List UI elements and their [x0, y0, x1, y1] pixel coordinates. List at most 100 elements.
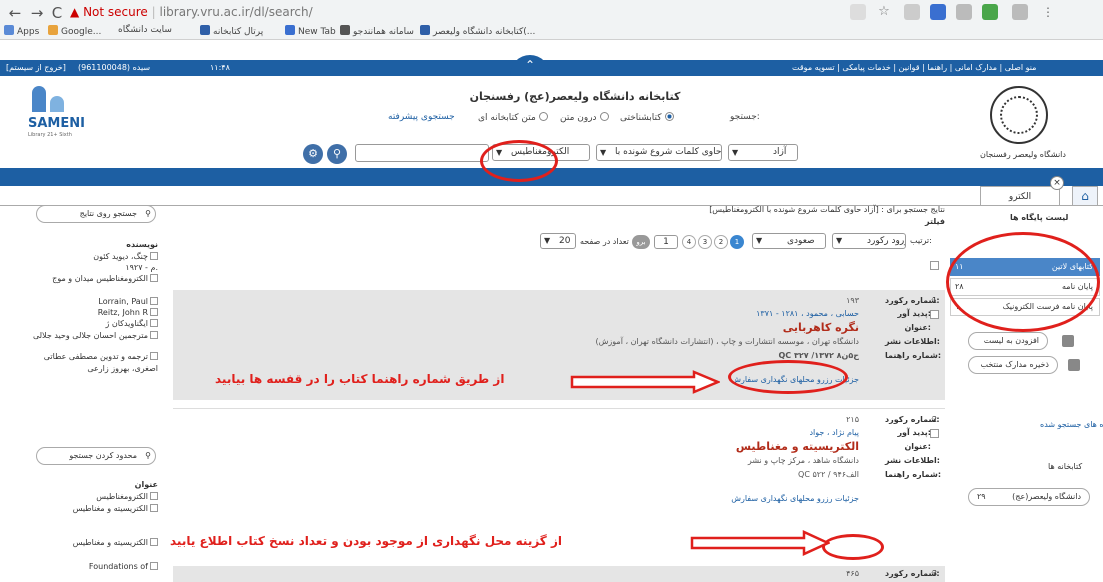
bookmark[interactable]: Google... — [48, 25, 101, 37]
advanced-search-link[interactable]: جستجوی پیشرفته — [388, 112, 455, 122]
call-number: QC ۵۲۲ / ۹الف۴۶ — [798, 470, 859, 479]
page-2-button[interactable]: 2 — [714, 235, 728, 249]
sort-field-select[interactable]: ▼ ورود رکورد — [832, 233, 906, 249]
facet-item[interactable]: Lorrain, Paul — [98, 297, 158, 306]
address-bar[interactable]: ▲ Not secure | library.vru.ac.ir/dl/sear… — [70, 5, 850, 22]
subject-facet-title: عنوان — [134, 480, 158, 489]
libraries-label: کتابخانه ها — [1048, 462, 1083, 471]
bookmark[interactable]: کتابخانه دانشگاه ولیعصر(... — [420, 25, 535, 37]
publication-info: دانشگاه شاهد ، مرکز چاپ و نشر — [747, 456, 859, 465]
result-checkbox[interactable] — [930, 429, 939, 438]
author-facet-title: نویسنده — [126, 240, 158, 249]
site-icon — [285, 25, 295, 35]
add-to-list-button[interactable]: افزودن به لیست — [968, 332, 1048, 350]
facet-item[interactable]: الکتریسیته و مغناطیس — [73, 538, 158, 547]
university-name: دانشگاه ولیعصر رفسنجان — [980, 150, 1066, 159]
author-link[interactable]: پیام نژاد ، جواد — [809, 428, 859, 437]
facet-item[interactable]: ایگناویدکان ژ — [105, 319, 158, 328]
facet-item[interactable]: مترجمین احسان جلالی وحید جلالی — [33, 331, 158, 340]
per-page-select[interactable]: ▼ 20 — [540, 233, 576, 249]
url-text: library.vru.ac.ir/dl/search/ — [159, 5, 313, 19]
back-icon[interactable]: ← — [6, 4, 24, 22]
search-icon[interactable]: ⚲ — [327, 144, 347, 164]
results-summary: نتایج جستجو برای : [آزاد حاوی کلمات شروع… — [709, 205, 945, 214]
condition-select[interactable]: ▼ حاوی کلمات شروع شونده با — [596, 144, 722, 161]
facet-item[interactable]: الکتریسیته و مغناطیس — [73, 504, 158, 513]
result-title[interactable]: الکتریسیته و مغناطیس — [736, 440, 859, 453]
bookmark[interactable]: New Tab — [285, 25, 336, 37]
settings-icon[interactable]: ⚙ — [303, 144, 323, 164]
highlight-databases — [946, 232, 1100, 332]
radio-icon — [664, 112, 674, 121]
bookmark[interactable]: سایت دانشگاه — [118, 25, 172, 35]
arrow-icon — [570, 370, 720, 394]
extension-icon[interactable] — [904, 4, 920, 20]
page-3-button[interactable]: 3 — [698, 235, 712, 249]
facet-item: ۱۹۲۷ - م. — [125, 263, 158, 272]
top-menu-links[interactable]: منو اصلی | مدارک امانی | راهنما | قوانین… — [792, 63, 1036, 72]
save-selected-select[interactable]: ذخیره مدارک منتخب — [968, 356, 1058, 374]
author-link[interactable]: حسابی ، محمود ، ۱۲۸۱ - ۱۳۷۱ — [756, 309, 859, 318]
logout-link[interactable]: [خروج از سیستم] — [6, 63, 66, 72]
filter-icon: ⚲ — [145, 451, 151, 460]
page-1-button[interactable]: 1 — [730, 235, 744, 249]
facet-item[interactable]: الکترومغناطیس میدان و موج — [52, 274, 158, 283]
highlight-call-number — [728, 360, 848, 394]
facet-item[interactable]: Reitz, John R — [98, 308, 158, 317]
extension-icon[interactable] — [982, 4, 998, 20]
result-title[interactable]: نگره کاهربایی — [783, 321, 859, 334]
site-top-bar: [خروج از سیستم] (961100048) سیده ۱۱:۴۸ م… — [0, 60, 1103, 76]
field-select[interactable]: ▼ آزاد — [728, 144, 798, 161]
clock-label: ۱۱:۴۸ — [210, 63, 230, 72]
highlight-holdings — [822, 534, 884, 560]
site-title: کتابخانه دانشگاه ولیعصر(عج) رفسنجان — [469, 90, 681, 103]
search-input[interactable] — [355, 144, 489, 162]
result-item: 3 شماره رکورد: ۴۶۵ — [173, 566, 945, 582]
radio-icon — [599, 112, 609, 121]
limit-search-button[interactable]: محدود کردن جستجو ⚲ — [36, 447, 156, 465]
per-page-label: تعداد در صفحه — [580, 237, 629, 246]
profile-icon[interactable] — [1012, 4, 1028, 20]
sort-dir-select[interactable]: ▼ صعودی — [752, 233, 826, 249]
browser-chrome: ← → C ▲ Not secure | library.vru.ac.ir/d… — [0, 0, 1103, 40]
close-icon[interactable]: × — [1050, 176, 1064, 190]
facet-item[interactable]: Foundations of — [89, 562, 158, 571]
library-filter[interactable]: ۲۹ دانشگاه ولیعصر(عج) — [968, 488, 1090, 506]
sort-label: ترتیب: — [910, 236, 932, 245]
menu-icon[interactable]: ⋮ — [1040, 4, 1056, 20]
bookmark[interactable]: پرتال کتابخانه — [200, 25, 263, 37]
record-number: ۱۹۳ — [846, 296, 859, 305]
radio-icon — [538, 112, 548, 121]
forward-icon[interactable]: → — [28, 4, 46, 22]
bookmark[interactable]: Apps — [4, 25, 39, 37]
security-label: Not secure — [83, 5, 148, 19]
result-checkbox[interactable] — [930, 310, 939, 319]
star-icon[interactable]: ☆ — [876, 4, 892, 20]
radio-library[interactable]: کتابشناختی — [620, 112, 674, 123]
tab-search[interactable]: الکترو — [980, 186, 1060, 206]
facet-item[interactable]: الکترومغناطیس — [96, 492, 158, 501]
search-in-results-button[interactable]: جستجو روی نتایج ⚲ — [36, 205, 156, 223]
tab-strip: الکترو × ⌂ — [0, 176, 1103, 206]
site-icon — [200, 25, 210, 35]
extension-icon[interactable] — [850, 4, 866, 20]
select-all-checkbox[interactable] — [930, 261, 939, 270]
holdings-annotation: از گزینه محل نگهداری از موجود بودن و تعد… — [170, 534, 562, 548]
page-4-button[interactable]: 4 — [682, 235, 696, 249]
result-actions[interactable]: جزئیات رزرو محلهای نگهداری سفارش — [731, 494, 859, 503]
go-button[interactable]: برو — [632, 235, 650, 249]
bookmark[interactable]: سامانه همانندجو — [340, 25, 414, 37]
reload-icon[interactable]: C — [48, 4, 66, 22]
page-input[interactable]: 1 — [654, 235, 678, 249]
list-icon — [1062, 335, 1074, 347]
databases-title: لیست پایگاه ها — [1010, 213, 1069, 222]
radio-library-text[interactable]: متن کتابخانه ای — [478, 112, 548, 123]
extension-icon[interactable] — [930, 4, 946, 20]
facet-item[interactable]: ترجمه و تدوین مصطفی عطاتی — [44, 352, 158, 361]
extension-icon[interactable] — [956, 4, 972, 20]
radio-fulltext[interactable]: درون متن — [560, 112, 609, 123]
home-icon[interactable]: ⌂ — [1072, 186, 1098, 206]
result-item: 2 شماره رکورد: پدید آور: عنوان: اطلاعات … — [173, 408, 945, 518]
collapse-icon[interactable]: ⌃ — [510, 55, 550, 75]
facet-item[interactable]: چنگ، دیوید کئون — [93, 252, 158, 261]
